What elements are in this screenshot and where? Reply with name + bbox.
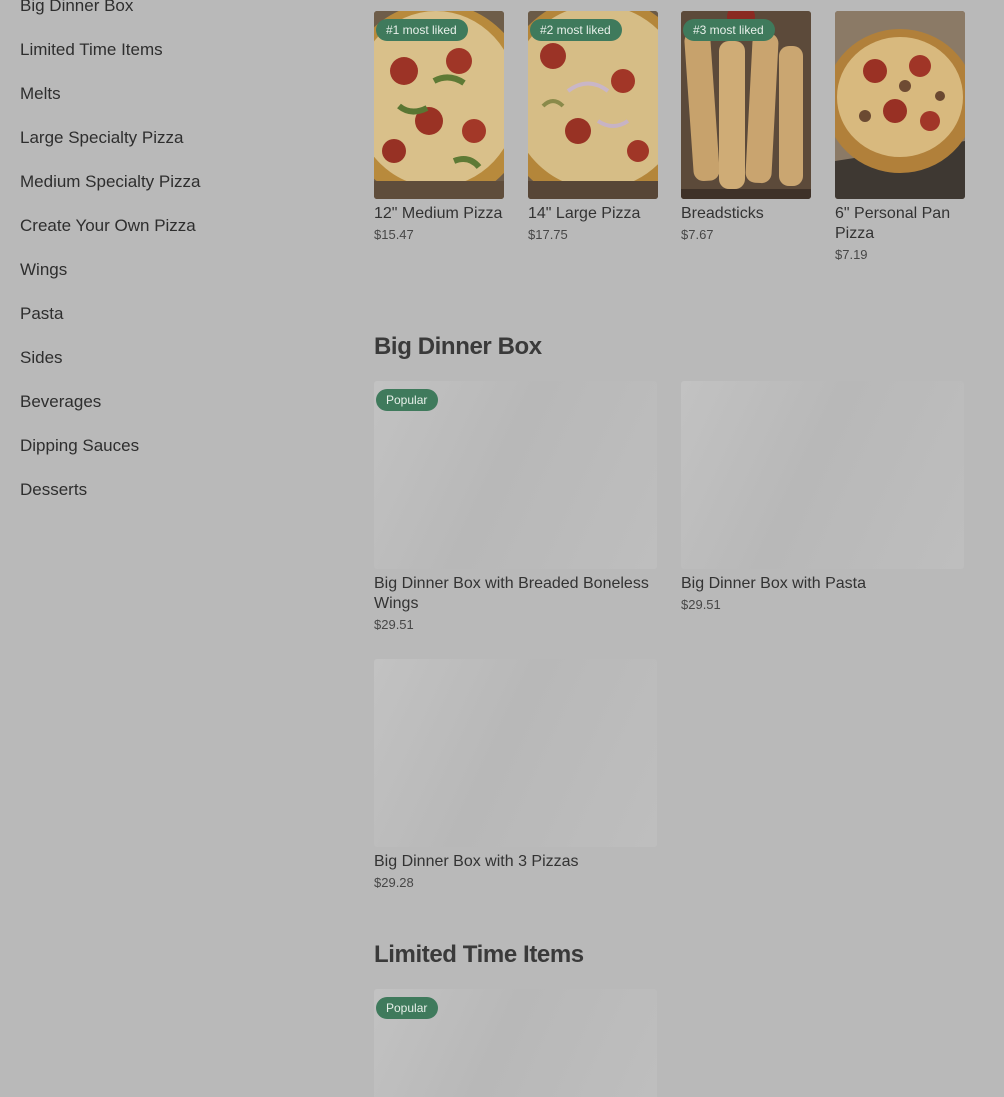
most-liked-badge: #1 most liked xyxy=(376,19,468,41)
most-liked-row: #1 most liked 12" Medium Pizza $15.47 #2… xyxy=(374,11,974,281)
sidebar-item-limited-time-items[interactable]: Limited Time Items xyxy=(20,36,320,80)
sidebar-item-create-your-own-pizza[interactable]: Create Your Own Pizza xyxy=(20,212,320,256)
item-price: $29.28 xyxy=(374,875,414,890)
item-name: Big Dinner Box with 3 Pizzas xyxy=(374,853,579,870)
sidebar-item-desserts[interactable]: Desserts xyxy=(20,476,320,520)
sidebar-item-big-dinner-box[interactable]: Big Dinner Box xyxy=(20,0,320,36)
menu-item-card[interactable]: Big Dinner Box with Pasta $29.51 xyxy=(681,381,964,612)
item-image-placeholder xyxy=(374,659,657,847)
sidebar-item-large-specialty-pizza[interactable]: Large Specialty Pizza xyxy=(20,124,320,168)
sidebar-item-dipping-sauces[interactable]: Dipping Sauces xyxy=(20,432,320,476)
sidebar-item-wings[interactable]: Wings xyxy=(20,256,320,300)
sidebar-item-medium-specialty-pizza[interactable]: Medium Specialty Pizza xyxy=(20,168,320,212)
item-price: $17.75 xyxy=(528,227,568,242)
menu-item-card[interactable]: 6" Personal Pan Pizza $7.19 xyxy=(835,11,965,262)
item-price: $29.51 xyxy=(681,597,721,612)
item-name: 14" Large Pizza xyxy=(528,205,641,222)
sidebar-item-beverages[interactable]: Beverages xyxy=(20,388,320,432)
pizza-image: #1 most liked xyxy=(374,11,504,199)
item-name: Breadsticks xyxy=(681,205,764,222)
most-liked-badge: #3 most liked xyxy=(683,19,775,41)
menu-item-card[interactable]: Popular Big Dinner Box with Breaded Bone… xyxy=(374,381,657,632)
pizza-image xyxy=(835,11,965,199)
item-name: 12" Medium Pizza xyxy=(374,205,503,222)
menu-item-card[interactable]: Big Dinner Box with 3 Pizzas $29.28 xyxy=(374,659,657,890)
item-price: $7.67 xyxy=(681,227,714,242)
item-price: $15.47 xyxy=(374,227,414,242)
item-name: Big Dinner Box with Pasta xyxy=(681,575,866,592)
breadsticks-image: #3 most liked xyxy=(681,11,811,199)
section-title-limited-time-items: Limited Time Items xyxy=(374,941,584,968)
most-liked-badge: #2 most liked xyxy=(530,19,622,41)
item-image-placeholder xyxy=(681,381,964,569)
item-price: $29.51 xyxy=(374,617,414,632)
item-name: 6" Personal Pan Pizza xyxy=(835,205,951,242)
item-image-placeholder: Popular xyxy=(374,989,657,1097)
sidebar-item-pasta[interactable]: Pasta xyxy=(20,300,320,344)
popular-badge: Popular xyxy=(376,389,439,411)
pizza-image: #2 most liked xyxy=(528,11,658,199)
category-sidebar: Big Dinner Box Limited Time Items Melts … xyxy=(20,0,320,520)
sidebar-item-sides[interactable]: Sides xyxy=(20,344,320,388)
popular-badge: Popular xyxy=(376,997,439,1019)
section-title-big-dinner-box: Big Dinner Box xyxy=(374,333,542,360)
menu-item-card[interactable]: #3 most liked Breadsticks $7.67 xyxy=(681,11,811,242)
item-image-placeholder: Popular xyxy=(374,381,657,569)
sidebar-item-melts[interactable]: Melts xyxy=(20,80,320,124)
menu-item-card[interactable]: #2 most liked 14" Large Pizza $17.75 xyxy=(528,11,658,242)
item-price: $7.19 xyxy=(835,247,868,262)
item-name: Big Dinner Box with Breaded Boneless Win… xyxy=(374,575,649,612)
menu-item-card[interactable]: Popular xyxy=(374,989,657,1097)
menu-item-card[interactable]: #1 most liked 12" Medium Pizza $15.47 xyxy=(374,11,504,242)
